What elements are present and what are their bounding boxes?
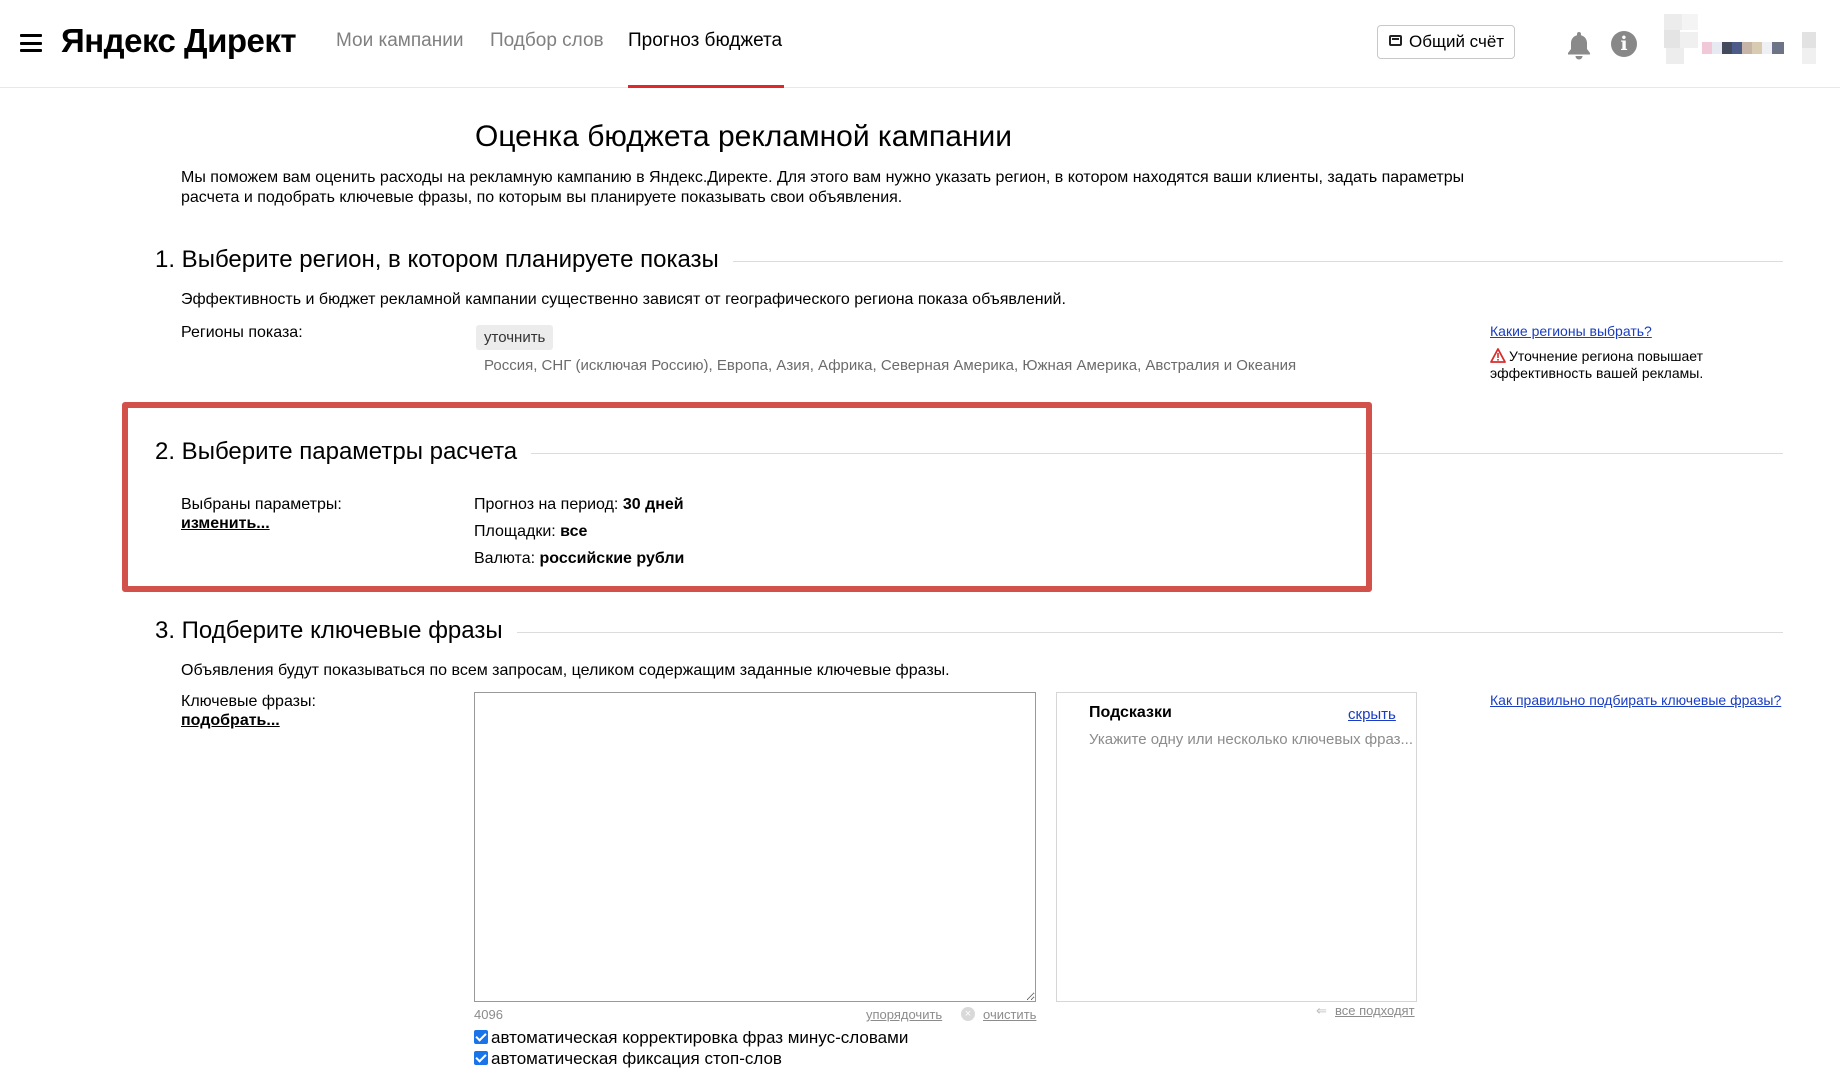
bell-icon[interactable] — [1565, 30, 1593, 60]
region-warning: Уточнение региона повышает эффективность… — [1490, 348, 1730, 382]
shared-account-label: Общий счёт — [1409, 32, 1505, 51]
clear-icon[interactable]: × — [961, 1007, 975, 1021]
logo[interactable]: Яндекс Директ — [61, 22, 297, 60]
hints-title: Подсказки — [1089, 704, 1172, 721]
section-keywords-heading: 3. Подберите ключевые фразы — [155, 617, 517, 645]
which-regions-link[interactable]: Какие регионы выбрать? — [1490, 323, 1652, 339]
intro-text: Мы поможем вам оценить расходы на реклам… — [181, 169, 1465, 206]
period-value: 30 дней — [622, 496, 684, 513]
minus-words-checkbox[interactable] — [474, 1030, 488, 1044]
arrow-left-icon: ⇐ — [1316, 1003, 1327, 1018]
clear-keywords-link[interactable]: очистить — [983, 1007, 1036, 1022]
nav-budget-forecast[interactable]: Прогноз бюджета — [628, 30, 782, 52]
sort-keywords-link[interactable]: упорядочить — [866, 1007, 942, 1022]
currency-row: Валюта: российские рубли — [474, 550, 684, 568]
currency-label: Валюта: — [474, 550, 536, 567]
stop-words-checkbox[interactable] — [474, 1051, 488, 1065]
refine-region-button[interactable]: уточнить — [476, 325, 554, 350]
region-description: Эффективность и бюджет рекламной кампани… — [181, 291, 1066, 308]
platforms-row: Площадки: все — [474, 523, 587, 541]
regions-value: Россия, СНГ (исключая Россию), Европа, А… — [484, 357, 1297, 374]
section-params-heading: 2. Выберите параметры расчета — [155, 438, 532, 466]
hints-panel: Подсказки скрыть Укажите одну или нескол… — [1056, 692, 1417, 1002]
keywords-description: Объявления будут показываться по всем за… — [181, 662, 950, 679]
minus-words-label: автоматическая корректировка фраз минус-… — [491, 1028, 909, 1047]
top-bar: Яндекс Директ Мои кампании Подбор слов П… — [0, 0, 1840, 88]
regions-label: Регионы показа: — [181, 324, 303, 341]
section-divider — [510, 632, 1783, 633]
keywords-textarea[interactable] — [474, 692, 1036, 1002]
shared-account-button[interactable]: Общий счёт — [1377, 25, 1515, 59]
user-avatar[interactable] — [1662, 14, 1822, 66]
char-limit: 4096 — [474, 1007, 503, 1022]
keyword-help-link[interactable]: Как правильно подбирать ключевые фразы? — [1490, 692, 1781, 708]
keywords-label: Ключевые фразы: — [181, 693, 316, 710]
period-label: Прогноз на период: — [474, 496, 619, 513]
section-divider — [700, 261, 1783, 262]
hints-hide-link[interactable]: скрыть — [1348, 706, 1396, 723]
stop-words-option[interactable]: автоматическая фиксация стоп-слов — [474, 1049, 782, 1069]
region-warning-text: Уточнение региона повышает эффективность… — [1490, 348, 1704, 381]
warning-icon — [1490, 348, 1506, 363]
nav-word-selection[interactable]: Подбор слов — [490, 30, 604, 52]
minus-words-option[interactable]: автоматическая корректировка фраз минус-… — [474, 1028, 908, 1048]
currency-value: российские рубли — [539, 550, 685, 567]
info-icon[interactable]: i — [1611, 31, 1637, 57]
stop-words-label: автоматическая фиксация стоп-слов — [491, 1049, 782, 1068]
change-params-link[interactable]: изменить... — [181, 515, 270, 533]
platforms-value: все — [560, 523, 588, 540]
period-row: Прогноз на период: 30 дней — [474, 496, 684, 514]
platforms-label: Площадки: — [474, 523, 556, 540]
pick-keywords-link[interactable]: подобрать... — [181, 712, 280, 730]
selected-params-label: Выбраны параметры: — [181, 496, 342, 513]
menu-icon[interactable] — [20, 34, 42, 52]
nav-my-campaigns[interactable]: Мои кампании — [336, 30, 463, 52]
wallet-icon — [1389, 35, 1402, 46]
active-tab-indicator — [628, 85, 784, 88]
section-region-heading: 1. Выберите регион, в котором планируете… — [155, 246, 733, 274]
all-fit-link[interactable]: все подходят — [1335, 1003, 1415, 1018]
page-title: Оценка бюджета рекламной кампании — [475, 120, 1013, 153]
section-divider — [520, 453, 1783, 454]
hints-placeholder: Укажите одну или несколько ключевых фраз… — [1089, 731, 1414, 748]
